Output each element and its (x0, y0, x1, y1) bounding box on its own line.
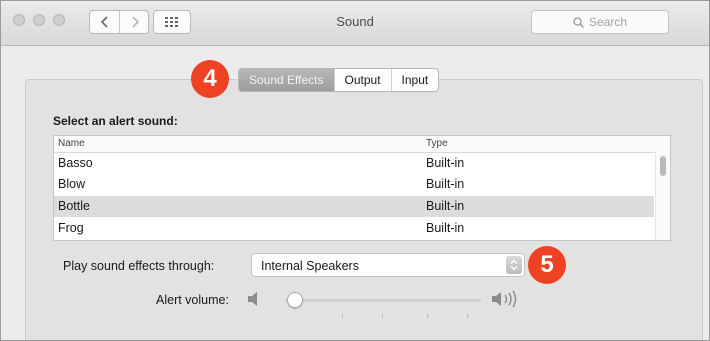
alert-sound-table: Name Type Basso Built-in Blow Built-in B… (53, 135, 671, 241)
alert-volume-slider-thumb[interactable] (287, 292, 303, 308)
callout-badge-device: 5 (528, 246, 566, 284)
slider-tick (467, 314, 468, 318)
speaker-high-icon (492, 290, 517, 308)
table-row[interactable]: Basso Built-in (54, 153, 654, 174)
tab-bar: Sound Effects Output Input (238, 68, 440, 92)
search-placeholder: Search (588, 15, 628, 29)
popup-arrows-icon (506, 256, 522, 274)
column-header-type[interactable]: Type (426, 138, 448, 149)
table-row[interactable]: Blow Built-in (54, 174, 654, 195)
slider-tick (342, 314, 343, 318)
alert-sound-heading: Select an alert sound: (53, 114, 178, 128)
play-through-label: Play sound effects through: (63, 259, 215, 273)
sound-preferences-window: Sound Search Sound Effects Output Input … (0, 0, 710, 341)
alert-volume-slider-track[interactable] (285, 299, 481, 302)
speaker-low-icon (248, 292, 257, 306)
slider-tick (382, 314, 383, 318)
sound-type: Built-in (426, 177, 465, 191)
sound-type: Built-in (426, 156, 465, 170)
callout-badge-tabs: 4 (191, 60, 229, 98)
sound-name: Bottle (58, 199, 90, 213)
search-field[interactable]: Search (531, 10, 669, 34)
output-device-select[interactable]: Internal Speakers (251, 253, 525, 277)
sound-type: Built-in (426, 199, 465, 213)
scrollbar-thumb[interactable] (660, 156, 666, 176)
column-header-name[interactable]: Name (58, 138, 85, 149)
table-header: Name Type (54, 136, 670, 153)
table-row-selected[interactable]: Bottle Built-in (54, 196, 654, 217)
sound-name: Blow (58, 177, 86, 191)
sound-name: Basso (58, 156, 93, 170)
alert-volume-label: Alert volume: (156, 293, 229, 307)
tab-sound-effects[interactable]: Sound Effects (239, 69, 334, 91)
search-icon (573, 16, 584, 28)
sound-type: Built-in (426, 221, 465, 235)
title-bar: Sound Search (1, 1, 709, 46)
tab-output[interactable]: Output (333, 69, 391, 91)
sound-name: Frog (58, 221, 84, 235)
slider-tick (427, 314, 428, 318)
table-row[interactable]: Frog Built-in (54, 218, 654, 239)
output-device-value: Internal Speakers (261, 259, 359, 273)
tab-input[interactable]: Input (390, 69, 439, 91)
table-scrollbar[interactable] (655, 152, 670, 240)
